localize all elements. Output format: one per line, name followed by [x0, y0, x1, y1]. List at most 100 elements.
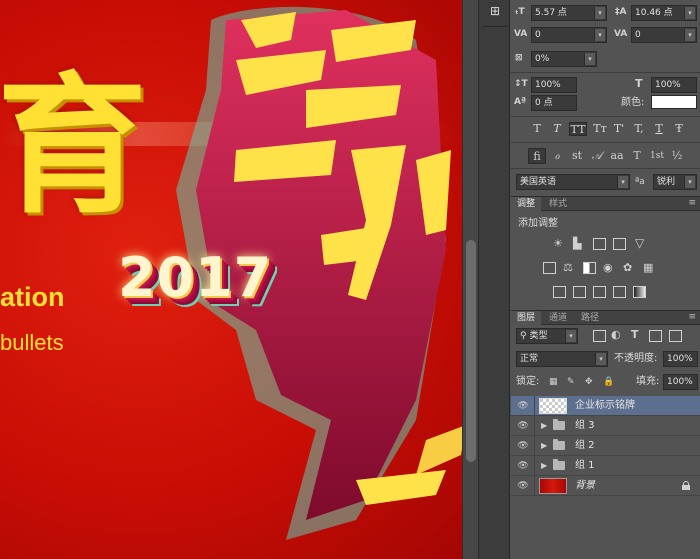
- photo-filter-icon[interactable]: ◉: [603, 262, 613, 274]
- filter-adjustment-icon[interactable]: ◐: [611, 329, 621, 341]
- baseline-shift-field[interactable]: 0 点: [531, 95, 577, 111]
- opacity-field[interactable]: 100%: [663, 351, 698, 367]
- lock-all-icon[interactable]: 🔒: [603, 376, 614, 388]
- subscript-button[interactable]: T,: [631, 122, 647, 136]
- eye-icon[interactable]: 👁: [517, 400, 529, 412]
- tsume-field[interactable]: 0% ▾: [531, 51, 597, 67]
- fill-label: 填充:: [636, 376, 660, 387]
- eye-icon[interactable]: 👁: [517, 420, 529, 432]
- filter-smart-icon[interactable]: [669, 330, 682, 342]
- lock-transparent-icon[interactable]: ▦: [549, 376, 558, 388]
- tab-adjustments[interactable]: 调整: [511, 197, 542, 211]
- titling-alternates-button[interactable]: T: [628, 148, 646, 164]
- canvas-vertical-scrollbar[interactable]: [462, 0, 478, 559]
- eye-icon[interactable]: 👁: [517, 440, 529, 452]
- layer-name[interactable]: 组 1: [575, 460, 595, 472]
- discretionary-ligatures-button[interactable]: st: [568, 148, 586, 164]
- fractions-button[interactable]: ½: [668, 148, 686, 164]
- panel-menu-icon[interactable]: ≡: [688, 312, 696, 322]
- channel-mixer-icon[interactable]: ✿: [623, 262, 632, 274]
- chevron-down-icon[interactable]: ▾: [595, 353, 606, 365]
- chevron-down-icon[interactable]: ▾: [565, 330, 576, 342]
- layer-name[interactable]: 背景: [575, 480, 595, 492]
- swash-button[interactable]: 𝒜: [588, 148, 606, 164]
- chevron-down-icon[interactable]: ▾: [684, 176, 695, 188]
- levels-icon[interactable]: ▙: [573, 238, 581, 250]
- row-divider: [534, 456, 535, 476]
- eye-icon[interactable]: 👁: [517, 460, 529, 472]
- row-divider: [534, 416, 535, 436]
- curves-icon[interactable]: [593, 238, 606, 250]
- filter-type-icon[interactable]: T: [631, 329, 639, 341]
- horizontal-scale-field[interactable]: 100%: [651, 77, 697, 93]
- contextual-alternates-button[interactable]: ℴ: [548, 148, 566, 164]
- standard-ligatures-button[interactable]: fi: [528, 148, 546, 164]
- filter-shape-icon[interactable]: [649, 330, 662, 342]
- font-size-field[interactable]: 5.57 点 ▾: [531, 5, 607, 21]
- underline-button[interactable]: T: [651, 122, 667, 136]
- faux-italic-button[interactable]: T: [549, 122, 565, 136]
- eye-icon[interactable]: 👁: [517, 480, 529, 492]
- layer-name[interactable]: 企业标示铭牌: [575, 400, 635, 412]
- horizontal-scale-icon: T: [635, 77, 643, 90]
- kerning-field[interactable]: 0 ▾: [531, 27, 607, 43]
- layer-row[interactable]: 👁 ▶ 组 1: [511, 456, 700, 476]
- layer-filter-select[interactable]: ⚲ 类型 ▾: [516, 328, 578, 344]
- leading-field[interactable]: 10.46 点 ▾: [631, 5, 697, 21]
- chevron-down-icon[interactable]: ▾: [594, 7, 605, 19]
- strikethrough-button[interactable]: Ŧ: [671, 122, 687, 136]
- color-balance-icon[interactable]: ⚖: [563, 262, 573, 274]
- text-color-swatch[interactable]: [651, 95, 697, 109]
- layer-name[interactable]: 组 3: [575, 420, 595, 432]
- adjustments-tabbar: 调整 样式 ≡: [511, 196, 700, 211]
- all-caps-button[interactable]: TT: [569, 122, 587, 136]
- layer-row[interactable]: 👁 背景: [511, 476, 700, 496]
- chevron-right-icon[interactable]: ▶: [541, 420, 547, 432]
- posterize-icon[interactable]: [573, 286, 586, 298]
- small-caps-button[interactable]: Tт: [591, 122, 609, 136]
- superscript-button[interactable]: T': [611, 122, 627, 136]
- chevron-right-icon[interactable]: ▶: [541, 440, 547, 452]
- threshold-icon[interactable]: [593, 286, 606, 298]
- gradient-triangle-icon[interactable]: ▽: [635, 237, 644, 249]
- antialias-select[interactable]: 锐利 ▾: [653, 174, 697, 190]
- chevron-down-icon[interactable]: ▾: [584, 53, 595, 65]
- lock-position-icon[interactable]: ✥: [585, 376, 593, 388]
- tracking-field[interactable]: 0 ▾: [631, 27, 697, 43]
- filter-pixel-icon[interactable]: [593, 330, 606, 342]
- exposure-icon[interactable]: [613, 238, 626, 250]
- language-select[interactable]: 美国英语 ▾: [516, 174, 630, 190]
- invert-icon[interactable]: [553, 286, 566, 298]
- scrollbar-thumb[interactable]: [466, 240, 476, 462]
- layer-row[interactable]: 👁 ▶ 组 2: [511, 436, 700, 456]
- character-panel-icon[interactable]: ⊞: [485, 4, 505, 22]
- faux-bold-button[interactable]: T: [529, 122, 545, 136]
- black-white-icon[interactable]: [583, 262, 596, 274]
- chevron-right-icon[interactable]: ▶: [541, 460, 547, 472]
- layer-name[interactable]: 组 2: [575, 440, 595, 452]
- vertical-scale-field[interactable]: 100%: [531, 77, 577, 93]
- selective-color-icon[interactable]: [613, 286, 626, 298]
- tab-layers[interactable]: 图层: [511, 311, 542, 325]
- document-canvas[interactable]: 育 ation bullets 2017: [0, 0, 462, 559]
- chevron-down-icon[interactable]: ▾: [684, 7, 695, 19]
- color-lookup-icon[interactable]: ▦: [643, 262, 653, 274]
- panel-menu-icon[interactable]: ≡: [688, 198, 696, 208]
- gradient-map-icon[interactable]: [633, 286, 646, 298]
- row-divider: [534, 396, 535, 416]
- stylistic-alternates-button[interactable]: aa: [608, 148, 626, 164]
- tab-paths[interactable]: 路径: [575, 311, 605, 325]
- layer-row[interactable]: 👁 ▶ 组 3: [511, 416, 700, 436]
- fill-field[interactable]: 100%: [663, 374, 698, 390]
- blend-mode-select[interactable]: 正常 ▾: [516, 351, 608, 367]
- lock-image-icon[interactable]: ✎: [567, 376, 575, 388]
- brightness-icon[interactable]: ☀: [553, 238, 563, 250]
- ordinals-button[interactable]: 1st: [648, 148, 666, 164]
- chevron-down-icon[interactable]: ▾: [617, 176, 628, 188]
- vibrance-icon[interactable]: [543, 262, 556, 274]
- tab-styles[interactable]: 样式: [543, 197, 573, 211]
- chevron-down-icon[interactable]: ▾: [594, 29, 605, 41]
- chevron-down-icon[interactable]: ▾: [684, 29, 695, 41]
- tab-channels[interactable]: 通道: [543, 311, 573, 325]
- layer-row[interactable]: 👁 企业标示铭牌: [511, 396, 700, 416]
